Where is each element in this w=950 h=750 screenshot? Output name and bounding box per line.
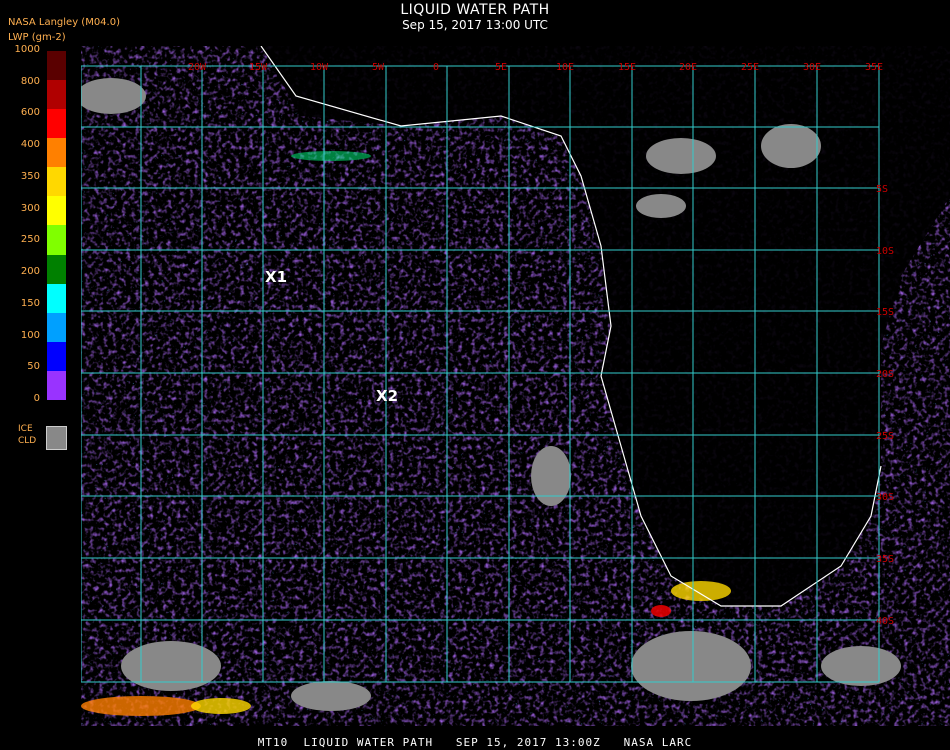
legend-label: 300	[20, 202, 40, 214]
legend-swatch	[47, 341, 66, 371]
ice-cloud-swatch	[46, 426, 67, 450]
lon-label: 15W	[249, 62, 268, 73]
legend-swatch	[47, 167, 66, 197]
lon-label: 20E	[679, 62, 697, 73]
lon-label: 10W	[310, 62, 329, 73]
legend-swatch	[47, 370, 66, 400]
lat-label: 30S	[876, 492, 894, 503]
lat-label: 10S	[876, 246, 894, 257]
footer-caption: MT10 LIQUID WATER PATH SEP 15, 2017 13:0…	[257, 736, 693, 749]
lat-label: 5S	[876, 184, 888, 195]
marker-x2: X2	[376, 387, 399, 405]
lat-label: 40S	[876, 616, 894, 627]
lon-label: 30E	[803, 62, 821, 73]
legend-label: 50	[27, 361, 40, 373]
legend-swatch	[47, 225, 66, 255]
legend-swatch	[47, 254, 66, 284]
org-label: NASA Langley (M04.0)	[8, 17, 120, 28]
legend-swatch	[47, 51, 66, 81]
lon-label: 0	[433, 62, 439, 73]
legend-label: 150	[20, 297, 40, 309]
chart-title: LIQUID WATER PATH	[400, 2, 550, 18]
legend-label: 100	[20, 329, 40, 341]
legend-label: 200	[20, 266, 40, 278]
ice-label: ICE	[18, 424, 33, 434]
lon-label: 25E	[741, 62, 759, 73]
lat-label: 20S	[876, 369, 894, 380]
legend-label: 400	[20, 139, 40, 151]
legend-swatch	[47, 283, 66, 313]
cloud-label: CLD	[18, 436, 37, 446]
chart-subtitle: Sep 15, 2017 13:00 UTC	[402, 18, 548, 32]
color-scale-legend	[46, 50, 67, 401]
unit-label: LWP (gm-2)	[8, 32, 66, 43]
legend-label: 1000	[14, 44, 40, 55]
lon-label: 10E	[556, 62, 574, 73]
lon-label: 15E	[618, 62, 636, 73]
legend-label: 250	[20, 234, 40, 246]
lon-label: 20W	[188, 62, 207, 73]
lon-label: 35E	[865, 62, 883, 73]
legend-swatch	[47, 196, 66, 226]
legend-label: 350	[20, 170, 40, 182]
legend-swatch	[47, 109, 66, 139]
lon-label: 5E	[495, 62, 507, 73]
lat-label: 15S	[876, 307, 894, 318]
lon-label: 5W	[372, 62, 385, 73]
legend-swatch	[47, 80, 66, 110]
legend-label: 0	[33, 393, 40, 404]
marker-x1: X1	[265, 268, 288, 286]
lat-label: 35S	[876, 554, 894, 565]
legend-swatch	[47, 312, 66, 342]
legend-swatch	[47, 138, 66, 168]
lat-label: 25S	[876, 431, 894, 442]
legend-label: 600	[20, 107, 40, 119]
lwp-map: 20W 15W 10W 5W 0 5E 10E 15E 20E 25E 30E 35E 5S 10S 15S…	[81, 46, 950, 726]
legend-label: 800	[20, 75, 40, 87]
